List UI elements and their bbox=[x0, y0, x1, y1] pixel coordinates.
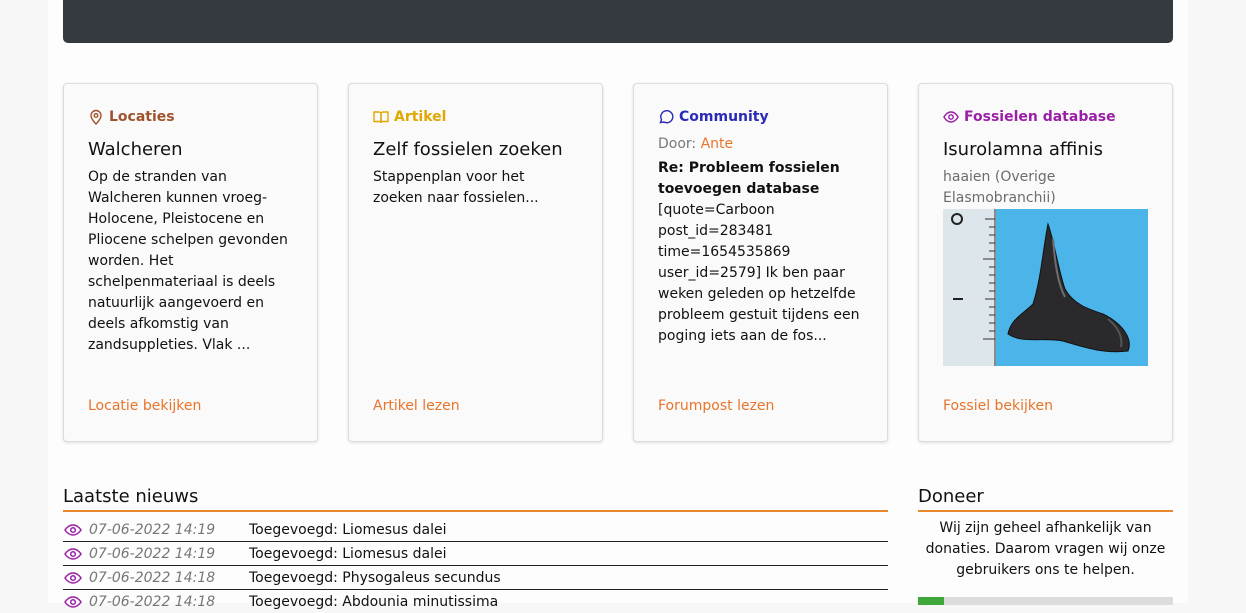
forumpost-lezen-link[interactable]: Forumpost lezen bbox=[658, 396, 774, 416]
artikel-lezen-link[interactable]: Artikel lezen bbox=[373, 396, 460, 416]
card-category-label: Fossielen database bbox=[964, 109, 1116, 125]
map-pin-icon bbox=[90, 109, 102, 125]
card-category: Fossielen database bbox=[943, 106, 1148, 128]
card-category-label: Artikel bbox=[394, 109, 447, 125]
news-date: 07-06-2022 14:18 bbox=[89, 569, 216, 586]
donate-text: Wij zijn geheel afhankelijk van donaties… bbox=[925, 520, 1166, 578]
eye-icon bbox=[64, 523, 82, 536]
post-author: Door: Ante bbox=[658, 134, 863, 155]
card-fossiel: Fossielen database Isurolamna affinis ha… bbox=[918, 83, 1173, 442]
card-title[interactable]: Zelf fossielen zoeken bbox=[373, 138, 578, 162]
scale-ruler bbox=[943, 209, 996, 366]
card-community: Community Door: Ante Re: Probleem fossie… bbox=[633, 83, 888, 442]
eye-icon bbox=[64, 595, 82, 608]
card-category-label: Community bbox=[679, 109, 769, 125]
news-item[interactable]: 07-06-2022 14:18 Toegevoegd: Physogaleus… bbox=[63, 566, 888, 590]
donate-heading: Doneer bbox=[918, 486, 1173, 512]
card-body: [quote=Carboon post_id=283481 time=16545… bbox=[658, 202, 860, 344]
eye-icon bbox=[943, 111, 959, 123]
author-link[interactable]: Ante bbox=[701, 136, 734, 152]
news-text[interactable]: Toegevoegd: Liomesus dalei bbox=[249, 519, 447, 541]
news-heading: Laatste nieuws bbox=[63, 486, 888, 512]
card-category: Locaties bbox=[88, 106, 293, 128]
card-category: Artikel bbox=[373, 106, 578, 128]
page-container: Locaties Walcheren Op de stranden van Wa… bbox=[48, 0, 1188, 610]
eye-icon bbox=[64, 571, 82, 584]
fossil-thumbnail[interactable] bbox=[943, 209, 1148, 366]
card-title[interactable]: Isurolamna affinis bbox=[943, 138, 1148, 162]
chat-bubble-icon bbox=[659, 110, 674, 124]
author-label: Door: bbox=[658, 136, 697, 152]
news-item[interactable]: 07-06-2022 14:19 Toegevoegd: Liomesus da… bbox=[63, 518, 888, 542]
post-title: Re: Probleem fossielen toevoegen databas… bbox=[658, 160, 840, 197]
news-item[interactable]: 07-06-2022 14:18 Toegevoegd: Abdounia mi… bbox=[63, 590, 888, 613]
card-body: Op de stranden van Walcheren kunnen vroe… bbox=[88, 169, 288, 353]
locatie-bekijken-link[interactable]: Locatie bekijken bbox=[88, 396, 201, 416]
card-artikel: Artikel Zelf fossielen zoeken Stappenpla… bbox=[348, 83, 603, 442]
card-locatie: Locaties Walcheren Op de stranden van Wa… bbox=[63, 83, 318, 442]
eye-icon bbox=[64, 547, 82, 560]
news-item[interactable]: 07-06-2022 14:19 Toegevoegd: Liomesus da… bbox=[63, 542, 888, 566]
donation-progress-bar bbox=[918, 597, 1173, 605]
news-date: 07-06-2022 14:19 bbox=[89, 545, 216, 562]
book-icon bbox=[373, 111, 389, 124]
news-date: 07-06-2022 14:18 bbox=[89, 593, 216, 610]
card-title[interactable]: Walcheren bbox=[88, 138, 293, 162]
card-category: Community bbox=[658, 106, 863, 128]
card-subtitle: haaien (Overige Elasmobranchii) bbox=[943, 169, 1056, 206]
news-text[interactable]: Toegevoegd: Abdounia minutissima bbox=[249, 591, 498, 613]
card-category-label: Locaties bbox=[109, 109, 175, 125]
news-text[interactable]: Toegevoegd: Liomesus dalei bbox=[249, 543, 447, 565]
hero-banner bbox=[63, 0, 1173, 43]
news-date: 07-06-2022 14:19 bbox=[89, 521, 216, 538]
fossiel-bekijken-link[interactable]: Fossiel bekijken bbox=[943, 396, 1053, 416]
donation-progress-fill bbox=[918, 597, 944, 605]
card-body: Stappenplan voor het zoeken naar fossiel… bbox=[373, 169, 539, 206]
news-text[interactable]: Toegevoegd: Physogaleus secundus bbox=[249, 567, 501, 589]
